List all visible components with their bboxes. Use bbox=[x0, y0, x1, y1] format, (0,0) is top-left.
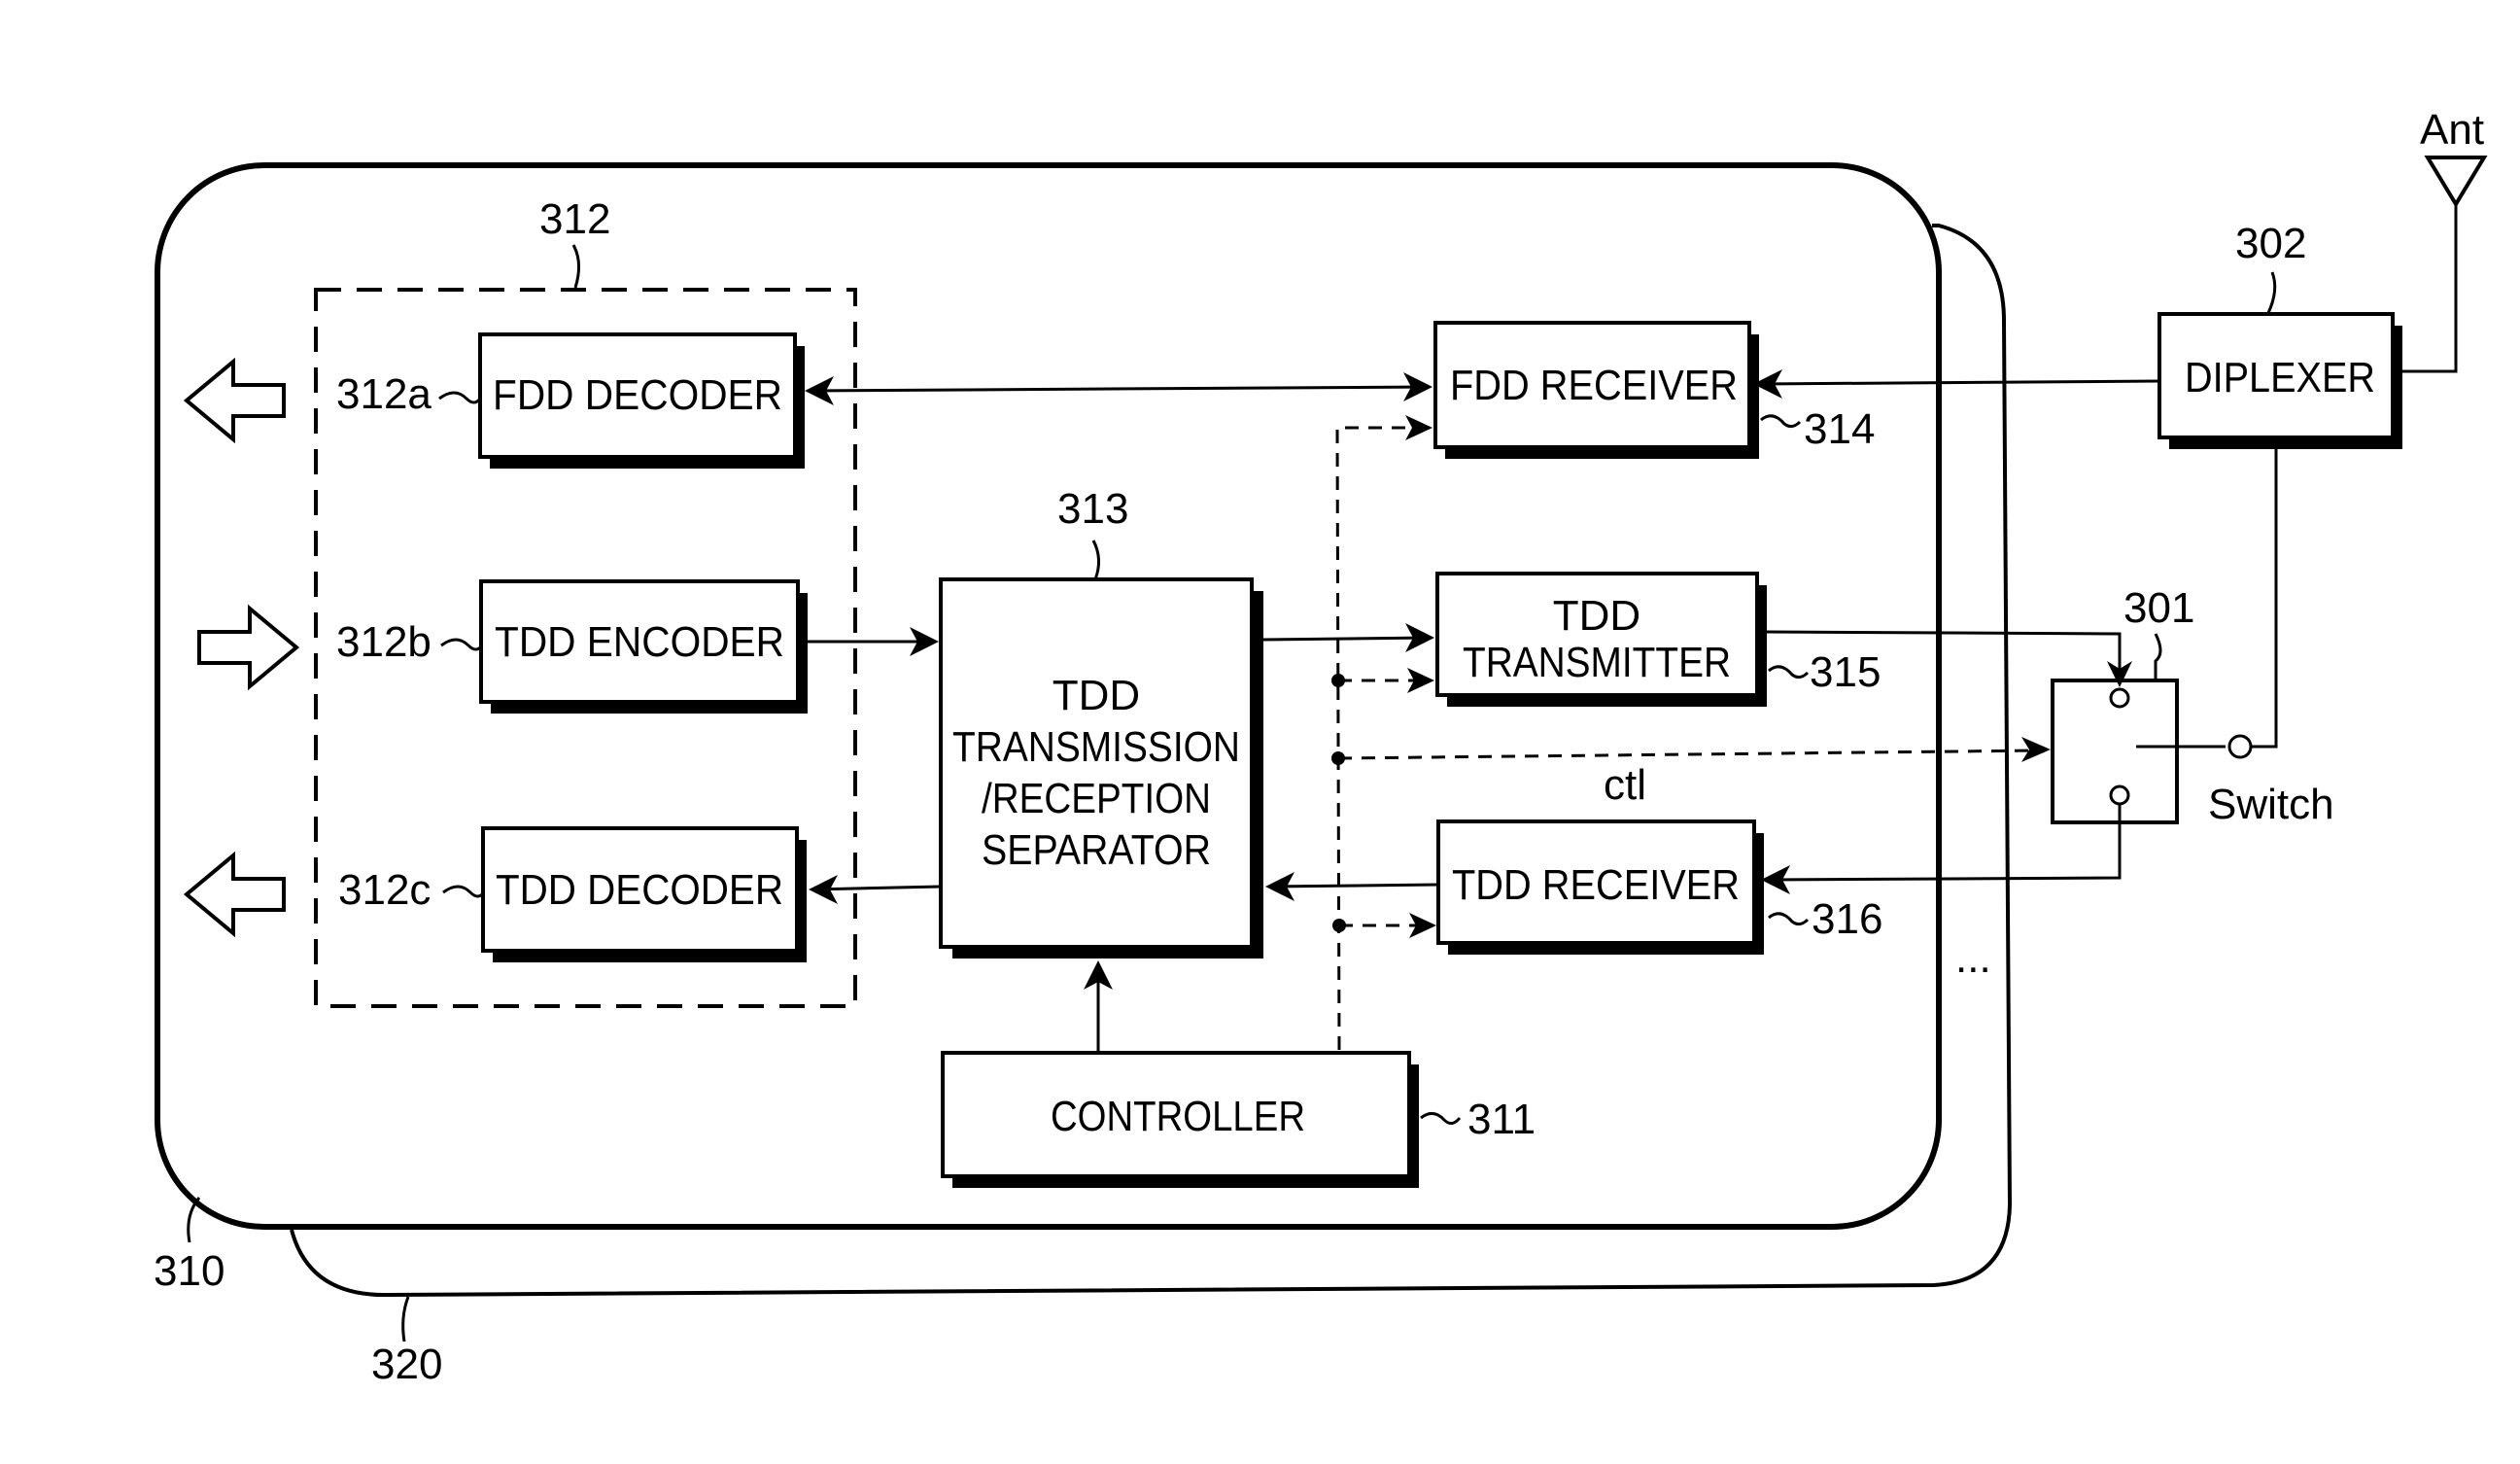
output-arrow-icon-312a bbox=[183, 357, 286, 444]
separator-line-1: TDD bbox=[1053, 672, 1140, 719]
tdd-encoder-block[interactable]: TDD ENCODER bbox=[479, 579, 808, 714]
fdd-receiver-label: FDD RECEIVER bbox=[1450, 362, 1738, 409]
control-bus-dashed bbox=[1335, 426, 1429, 1051]
tdd-decoder-label: TDD DECODER bbox=[496, 866, 783, 914]
leader-302 bbox=[2266, 271, 2277, 314]
separator-line-2: TRANSMISSION bbox=[952, 723, 1240, 771]
ref-302: 302 bbox=[2235, 220, 2306, 267]
block-diagram: 310 320 ... 312 FDD DECODER 312a TDD ENC… bbox=[154, 106, 2488, 1388]
switch-terminal-tx bbox=[2109, 687, 2130, 709]
ref-312b: 312b bbox=[336, 618, 432, 666]
diplexer-block[interactable]: DIPLEXER bbox=[2158, 312, 2402, 449]
wire-separator-transmitter bbox=[1262, 636, 1432, 642]
wire-separator-decoder bbox=[811, 885, 942, 891]
controller-label: CONTROLLER bbox=[1051, 1093, 1305, 1140]
tilde-316 bbox=[1768, 912, 1810, 926]
tilde-312a bbox=[438, 391, 482, 404]
switch-terminal-rx bbox=[2109, 784, 2130, 806]
separator-line-3: /RECEPTION bbox=[982, 775, 1211, 822]
leader-320 bbox=[401, 1296, 410, 1342]
diplexer-label: DIPLEXER bbox=[2185, 354, 2375, 401]
fdd-decoder-block[interactable]: FDD DECODER bbox=[478, 332, 805, 469]
tdd-separator-block[interactable]: TDD TRANSMISSION /RECEPTION SEPARATOR bbox=[939, 577, 1263, 959]
separator-line-4: SEPARATOR bbox=[982, 826, 1211, 874]
tdd-decoder-block[interactable]: TDD DECODER bbox=[481, 826, 807, 962]
ref-310: 310 bbox=[154, 1247, 224, 1295]
ctl-line-dashed bbox=[1337, 749, 2042, 760]
antenna-label: Ant bbox=[2420, 106, 2484, 154]
ref-315: 315 bbox=[1810, 648, 1881, 696]
ref-312a: 312a bbox=[336, 370, 432, 418]
ref-316: 316 bbox=[1812, 895, 1882, 943]
controller-block[interactable]: CONTROLLER bbox=[941, 1051, 1419, 1188]
output-arrow-icon-312c bbox=[183, 851, 286, 938]
tilde-312c bbox=[442, 885, 486, 898]
wire-antenna-diplexer bbox=[2400, 204, 2458, 373]
leader-312 bbox=[571, 244, 580, 289]
tilde-314 bbox=[1760, 414, 1802, 429]
input-arrow-icon-312b bbox=[197, 604, 300, 691]
ref-301: 301 bbox=[2123, 584, 2194, 632]
wire-receiver-separator bbox=[1268, 883, 1439, 889]
tdd-encoder-label: TDD ENCODER bbox=[495, 618, 784, 666]
tdd-receiver-label: TDD RECEIVER bbox=[1452, 861, 1740, 909]
ref-314: 314 bbox=[1804, 405, 1875, 453]
ref-311: 311 bbox=[1467, 1096, 1536, 1143]
ref-312c: 312c bbox=[338, 866, 431, 914]
wire-diplexer-switch bbox=[2251, 449, 2278, 749]
tdd-transmitter-block[interactable]: TDD TRANSMITTER bbox=[1435, 572, 1767, 707]
ref-320: 320 bbox=[371, 1341, 442, 1388]
tilde-315 bbox=[1768, 665, 1810, 680]
wire-diplexer-fdd-receiver bbox=[1760, 379, 2160, 386]
fdd-decoder-label: FDD DECODER bbox=[493, 371, 782, 419]
antenna-icon bbox=[2424, 156, 2488, 208]
wire-fdd-receiver-decoder bbox=[808, 385, 1430, 393]
switch-label: Switch bbox=[2208, 781, 2334, 828]
switch-common-terminal bbox=[2227, 734, 2253, 759]
fdd-receiver-block[interactable]: FDD RECEIVER bbox=[1433, 321, 1759, 459]
ref-312: 312 bbox=[539, 195, 610, 243]
tdd-receiver-block[interactable]: TDD RECEIVER bbox=[1436, 819, 1764, 955]
tdd-transmitter-line-2: TRANSMITTER bbox=[1463, 639, 1731, 686]
leader-301 bbox=[2154, 633, 2162, 680]
tilde-312b bbox=[440, 638, 484, 651]
tilde-311 bbox=[1420, 1112, 1462, 1125]
leader-313 bbox=[1091, 540, 1100, 580]
ctl-label: ctl bbox=[1604, 761, 1646, 809]
tdd-transmitter-line-1: TDD bbox=[1553, 592, 1640, 640]
ref-313: 313 bbox=[1057, 485, 1128, 533]
more-boards-ellipsis: ... bbox=[1955, 934, 1991, 982]
